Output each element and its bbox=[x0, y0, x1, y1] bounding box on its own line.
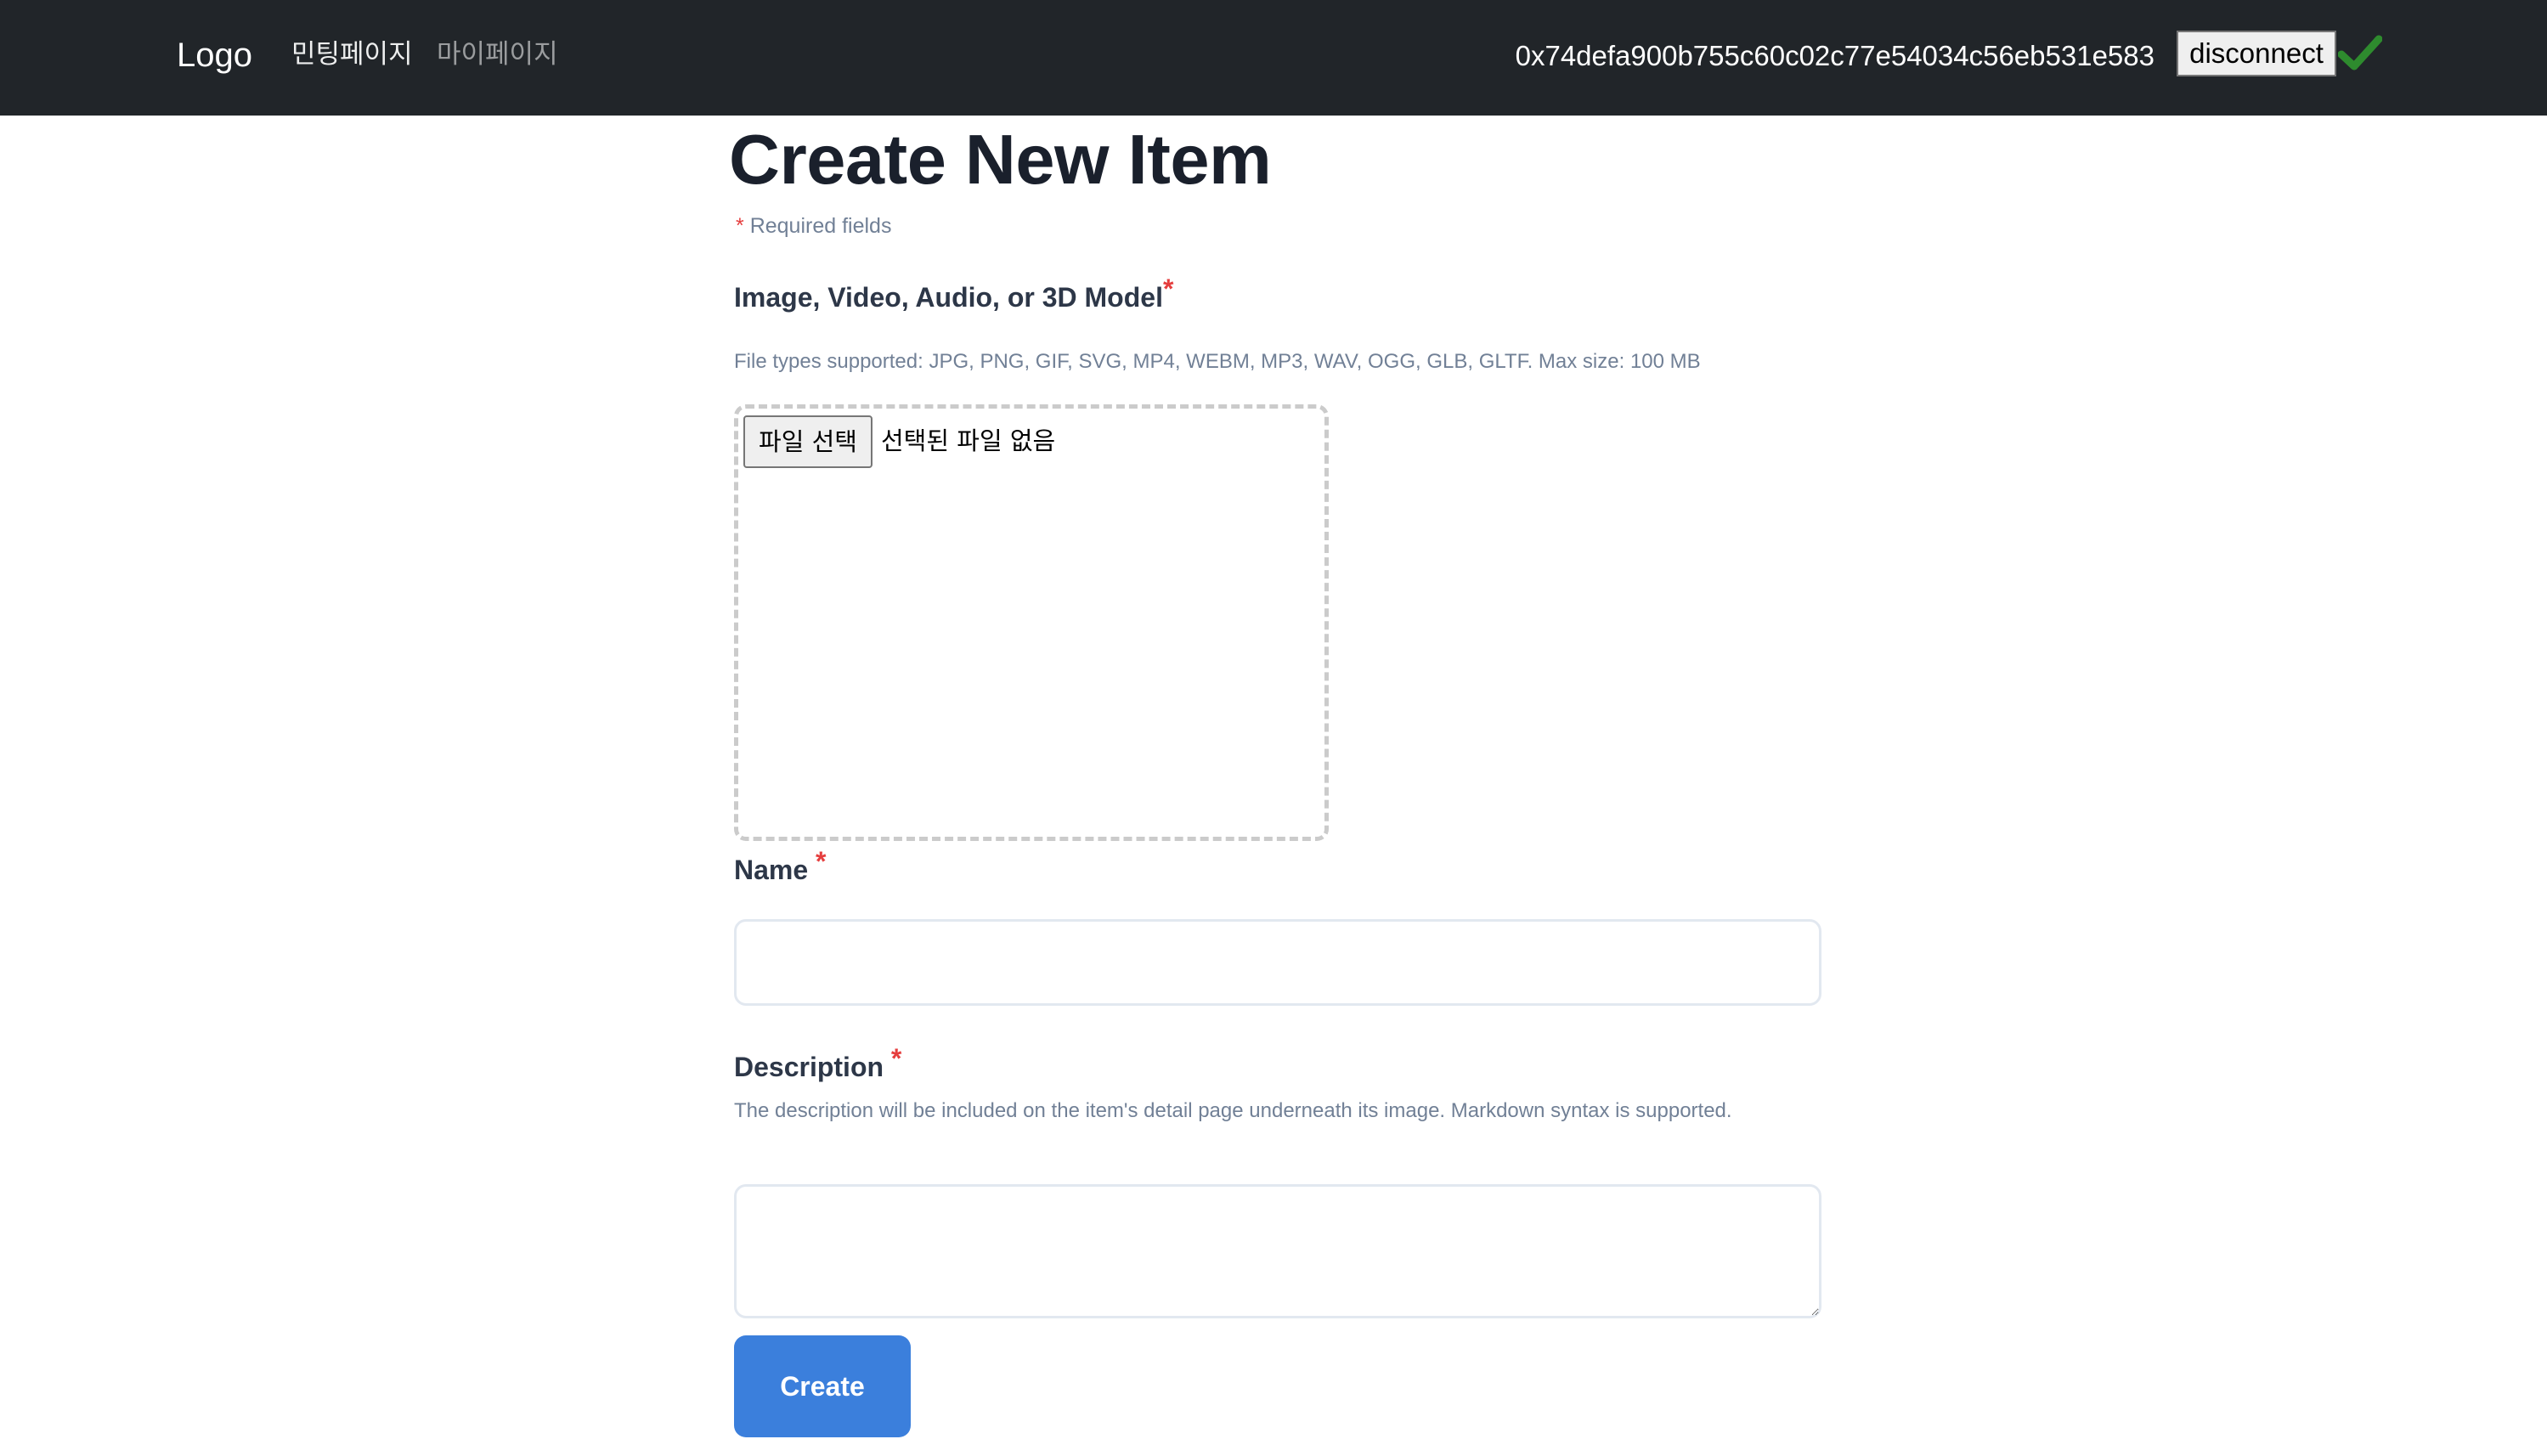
description-label-text: Description bbox=[734, 1052, 884, 1082]
media-file-types-hint: File types supported: JPG, PNG, GIF, SVG… bbox=[734, 350, 1701, 373]
required-note-text: Required fields bbox=[749, 214, 892, 238]
description-required-asterisk: * bbox=[890, 1043, 902, 1074]
name-required-asterisk: * bbox=[816, 846, 827, 877]
name-label: Name * bbox=[734, 846, 827, 887]
disconnect-button[interactable]: disconnect bbox=[2177, 31, 2336, 76]
create-button[interactable]: Create bbox=[734, 1335, 911, 1437]
name-label-text: Name bbox=[734, 855, 809, 885]
nav-link-minting[interactable]: 민팅페이지 bbox=[291, 37, 413, 71]
choose-file-button[interactable]: 파일 선택 bbox=[743, 415, 873, 468]
name-input[interactable] bbox=[734, 919, 1821, 1006]
check-icon bbox=[2338, 35, 2382, 71]
wallet-address: 0x74defa900b755c60c02c77e54034c56eb531e5… bbox=[1515, 40, 2155, 71]
media-label-text: Image, Video, Audio, or 3D Model bbox=[734, 282, 1163, 313]
required-asterisk: * bbox=[736, 214, 744, 238]
nav-link-mypage[interactable]: 마이페이지 bbox=[437, 37, 558, 71]
media-required-asterisk: * bbox=[1162, 274, 1174, 304]
description-hint: The description will be included on the … bbox=[734, 1099, 1732, 1122]
required-fields-note: * Required fields bbox=[736, 212, 891, 240]
media-dropzone[interactable]: 파일 선택 선택된 파일 없음 bbox=[734, 404, 1329, 841]
description-label: Description * bbox=[734, 1043, 901, 1084]
top-navbar: Logo 민팅페이지 마이페이지 0x74defa900b755c60c02c7… bbox=[0, 0, 2547, 116]
brand-logo[interactable]: Logo bbox=[177, 34, 252, 76]
page-title: Create New Item bbox=[729, 120, 1272, 199]
file-status-text: 선택된 파일 없음 bbox=[881, 426, 1056, 455]
description-textarea[interactable] bbox=[734, 1184, 1821, 1318]
media-label: Image, Video, Audio, or 3D Model* bbox=[734, 274, 1173, 314]
